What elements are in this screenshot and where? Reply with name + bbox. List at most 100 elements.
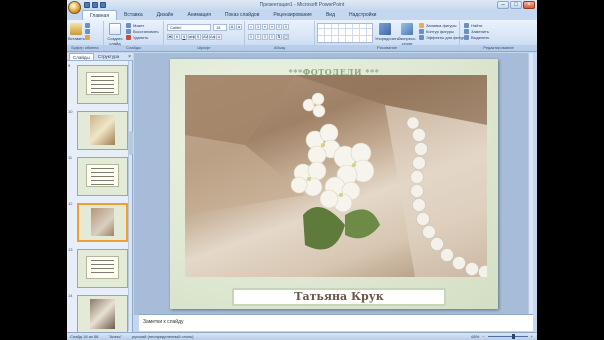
language-indicator[interactable]: русский (неопределенный стиль) [132,334,193,339]
align-left-button[interactable]: ≡ [248,34,254,40]
clipboard-small-buttons [85,23,90,40]
shadow-button[interactable]: S [195,34,201,40]
slide-thumbnail[interactable]: 10 [67,109,129,151]
tab-view[interactable]: Вид [319,10,342,20]
align-right-button[interactable]: ≡ [262,34,268,40]
increase-indent-button[interactable]: » [269,24,275,30]
find-button[interactable]: Найти [464,23,489,28]
effects-label: Эффекты для фигур [426,35,465,40]
zoom-level[interactable]: 68% [471,334,479,339]
font-group: Calibri 18 A a Ж К Ч abc S AV Aa A Шрифт [164,21,245,51]
spacing-button[interactable]: AV [202,34,208,40]
select-button[interactable]: Выделить [464,35,489,40]
list-buttons: • 1 « » ≡ ‖ [248,24,289,30]
slide-thumbnail[interactable]: 13 [67,247,129,289]
quick-styles-button[interactable]: Экспресс-стили [397,23,417,46]
slide-thumbnail[interactable]: 11 [67,155,129,197]
format-painter-button[interactable] [85,35,90,40]
shrink-font-button[interactable]: a [236,24,242,30]
effects-icon [419,35,424,40]
editing-group: Найти Заменить Выделить Редактирование [460,21,537,51]
case-button[interactable]: Aa [209,34,215,40]
zoom-slider[interactable] [487,334,528,339]
tab-animation[interactable]: Анимация [180,10,217,20]
shapes-gallery[interactable] [317,23,373,43]
thumbnail-text-box [86,72,119,95]
slide-number: 13 [68,247,73,252]
shape-fill-button[interactable]: Заливка фигуры [419,23,464,28]
slide-photo[interactable] [185,75,487,277]
font-name-field[interactable]: Calibri [167,24,211,31]
arrange-button[interactable]: Упорядочить [375,23,399,41]
zoom-slider-knob[interactable] [511,334,515,339]
justify-button[interactable]: ≡ [269,34,275,40]
zoom-out-icon[interactable]: − [482,334,484,339]
reset-button[interactable]: Восстановить [126,29,159,34]
notes-pane[interactable]: Заметки к слайду [139,314,533,331]
scissors-icon [85,23,90,28]
close-icon[interactable]: × [128,54,131,60]
font-size-field[interactable]: 18 [213,24,227,31]
tab-addins[interactable]: Надстройки [342,10,383,20]
minimize-button[interactable]: – [497,1,509,9]
thumbnail-photo [90,115,115,145]
shape-effects-button[interactable]: Эффекты для фигур [419,35,464,40]
copy-button[interactable] [85,29,90,34]
slide-editing-area: ***ФОТОДЕЛИ *** Татьяна Крук [134,53,533,315]
delete-slide-button[interactable]: Удалить [126,35,159,40]
paint-bucket-icon [419,23,424,28]
tab-design[interactable]: Дизайн [150,10,181,20]
cut-button[interactable] [85,23,90,28]
paste-button[interactable]: Вставить [68,23,85,41]
slide-number: 10 [68,109,73,114]
close-button[interactable]: × [523,1,535,9]
current-slide[interactable]: ***ФОТОДЕЛИ *** Татьяна Крук [170,59,498,309]
panel-tabs: Слайды Структура × [67,53,133,61]
slides-panel: Слайды Структура × 9 10 11 12 13 14 [67,53,133,335]
tab-slideshow[interactable]: Показ слайдов [218,10,266,20]
line-spacing-button[interactable]: ≡ [276,24,282,30]
tab-review[interactable]: Рецензирование [266,10,319,20]
tab-outline[interactable]: Структура [95,53,122,60]
italic-button[interactable]: К [174,34,180,40]
slide-thumbnail-selected[interactable]: 12 [67,201,129,243]
author-name-box[interactable]: Татьяна Крук [232,288,446,306]
new-slide-button[interactable]: Создать слайд [106,23,124,46]
slide-thumbnail[interactable]: 9 [67,63,129,105]
maximize-button[interactable]: □ [510,1,522,9]
font-format-buttons: Ж К Ч abc S AV Aa A [167,34,222,40]
clipboard-group: Вставить Буфер обмена [67,21,104,51]
thumbnail-text-box [86,164,119,187]
numbering-button[interactable]: 1 [255,24,261,30]
scrollbar-thumb[interactable] [129,131,133,155]
strikethrough-button[interactable]: abc [188,34,195,40]
text-direction-button[interactable]: ⇅ [276,34,282,40]
align-center-button[interactable]: ≡ [255,34,261,40]
bullets-button[interactable]: • [248,24,254,30]
cursor-icon [464,35,469,40]
paragraph-group: • 1 « » ≡ ‖ ≡ ≡ ≡ ≡ ⇅ ◫ Абзац [245,21,315,51]
tab-home[interactable]: Главная [82,10,118,20]
bold-button[interactable]: Ж [167,34,173,40]
tab-insert[interactable]: Вставка [117,10,150,20]
underline-button[interactable]: Ч [181,34,187,40]
font-color-button[interactable]: A [216,34,222,40]
slide-thumbnail[interactable]: 14 [67,293,129,335]
columns-button[interactable]: ‖ [283,24,289,30]
zoom-in-icon[interactable]: + [531,334,533,339]
office-button[interactable] [68,1,81,14]
shape-outline-button[interactable]: Контур фигуры [419,29,464,34]
theme-name: "Апекс" [108,334,123,339]
replace-button[interactable]: Заменить [464,29,489,34]
grow-font-button[interactable]: A [229,24,235,30]
tab-slides[interactable]: Слайды [69,53,94,60]
slide-number: 11 [68,155,73,160]
decrease-indent-button[interactable]: « [262,24,268,30]
panel-scrollbar[interactable] [128,61,133,331]
slide-scrollbar[interactable] [528,53,533,315]
smartart-button[interactable]: ◫ [283,34,289,40]
outline-label: Контур фигуры [426,29,454,34]
quick-styles-icon [401,23,413,35]
notes-placeholder: Заметки к слайду [143,319,184,325]
layout-button[interactable]: Макет [126,23,159,28]
